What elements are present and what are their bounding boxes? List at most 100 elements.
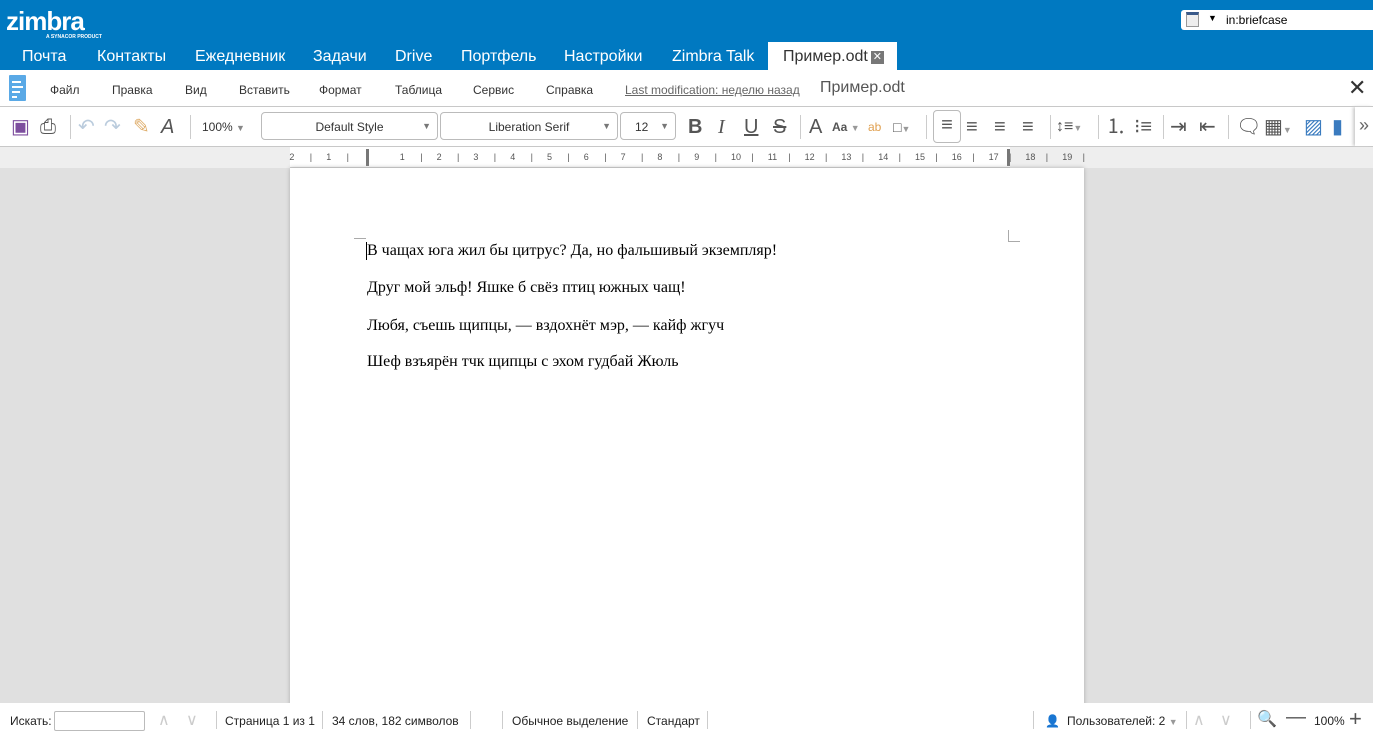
menu-tools[interactable]: Сервис [473, 83, 514, 97]
ruler-label: 5 [547, 152, 553, 162]
tab-preferences[interactable]: Настройки [564, 42, 642, 70]
zoom-in-icon[interactable]: + [1349, 706, 1362, 732]
close-document-button[interactable]: ✕ [1348, 75, 1366, 101]
ruler-label: 19 [1062, 152, 1073, 162]
tab-zimbra-talk[interactable]: Zimbra Talk [672, 42, 754, 70]
search-field[interactable]: ▼ in:briefcase [1181, 10, 1373, 30]
ruler-tick: | [825, 152, 828, 162]
paragraph[interactable]: В чащах юга жил бы цитрус? Да, но фальши… [367, 242, 777, 260]
image-icon[interactable]: ▨ [1304, 115, 1323, 139]
bullet-list-icon[interactable]: ⁝≡ [1134, 115, 1152, 139]
numbered-list-icon[interactable]: ⒈ [1106, 115, 1126, 139]
more-tools-icon[interactable]: » [1355, 107, 1373, 146]
insert-mode[interactable]: Стандарт [647, 714, 700, 728]
redo-icon[interactable]: ↷ [104, 115, 121, 139]
font-color-icon[interactable]: A [809, 115, 822, 139]
users-dropdown[interactable]: Пользователей: 2 ▼ [1067, 714, 1178, 728]
paragraph[interactable]: Шеф взъярён тчк щипцы с эхом гудбай Жюль [367, 353, 679, 371]
menu-help[interactable]: Справка [546, 83, 593, 97]
tab-briefcase[interactable]: Портфель [461, 42, 536, 70]
clone-formatting-icon[interactable]: ✎ [133, 115, 150, 139]
justify-icon[interactable]: ≡ [1022, 115, 1034, 139]
separator [800, 115, 801, 139]
italic-icon[interactable]: I [718, 115, 725, 139]
ruler-label: 7 [620, 152, 626, 162]
clear-formatting-icon[interactable]: A [161, 115, 174, 139]
indent-icon[interactable]: ⇥ [1170, 115, 1187, 139]
margin-marker[interactable] [1007, 149, 1010, 166]
ruler-tick: | [309, 152, 313, 162]
previous-change-icon[interactable]: ∧ [1193, 710, 1205, 730]
last-modification-link[interactable]: Last modification: неделю назад [625, 83, 800, 97]
font-case-icon[interactable]: Aa ▼ [832, 115, 860, 140]
separator [1228, 115, 1229, 139]
find-next-icon[interactable]: ∨ [186, 710, 198, 730]
font-size-select[interactable]: 12 ▼ [620, 112, 676, 140]
ruler-label: 12 [804, 152, 815, 162]
chevron-down-icon[interactable]: ▼ [1208, 13, 1217, 23]
ruler-label: 4 [510, 152, 516, 162]
highlight-icon[interactable]: ab [868, 115, 881, 139]
ruler-label: 18 [1025, 152, 1036, 162]
line-spacing-icon[interactable]: ↕≡▼ [1056, 115, 1082, 140]
margin-marker[interactable] [366, 149, 369, 166]
find-previous-icon[interactable]: ∧ [158, 710, 170, 730]
font-select[interactable]: Liberation Serif ▼ [440, 112, 618, 140]
tab-mail[interactable]: Почта [22, 42, 66, 70]
ruler[interactable]: 2 | 1 | 1 | 2 | 3 | 4 | 5 | 6 | 7 | 8 | 9 | 10 | 11 | 12 | 13 | 14 | 15 |… [0, 147, 1373, 168]
tab-document[interactable]: Пример.odt ✕ [768, 42, 897, 70]
print-icon[interactable]: ⎙ [40, 115, 56, 139]
ruler-tick: | [420, 152, 423, 162]
outdent-icon[interactable]: ⇤ [1199, 115, 1216, 139]
align-right-icon[interactable]: ≡ [994, 115, 1006, 139]
selection-mode[interactable]: Обычное выделение [512, 714, 628, 728]
border-icon[interactable]: □▼ [893, 115, 910, 141]
table-icon[interactable]: ▦▼ [1264, 115, 1292, 142]
ruler-tick: | [1082, 152, 1085, 162]
close-tab-icon[interactable]: ✕ [870, 51, 884, 64]
menu-edit[interactable]: Правка [112, 83, 153, 97]
search-input[interactable]: in:briefcase [1226, 13, 1287, 27]
paragraph[interactable]: Друг мой эльф! Яшке б свёз птиц южных ча… [367, 279, 686, 297]
ruler-label: 16 [951, 152, 962, 162]
next-change-icon[interactable]: ∨ [1220, 710, 1232, 730]
document-page[interactable]: В чащах юга жил бы цитрус? Да, но фальши… [290, 168, 1084, 708]
menu-table[interactable]: Таблица [395, 83, 442, 97]
ruler-tick: | [898, 152, 901, 162]
style-select[interactable]: Default Style ▼ [261, 112, 438, 140]
zoom-select[interactable]: 100% ▼ [202, 120, 245, 134]
ruler-label: 1 [399, 152, 405, 162]
page-count: Страница 1 из 1 [225, 714, 315, 728]
bold-icon[interactable]: B [688, 115, 702, 139]
ruler-label: 13 [841, 152, 852, 162]
tab-calendar[interactable]: Ежедневник [195, 42, 285, 70]
save-icon[interactable]: ▣ [11, 115, 30, 139]
ruler-label: 6 [583, 152, 589, 162]
menu-insert[interactable]: Вставить [239, 83, 290, 97]
tab-tasks[interactable]: Задачи [313, 42, 367, 70]
ruler-label: 3 [473, 152, 479, 162]
zoom-out-icon[interactable]: — [1286, 706, 1306, 729]
find-label: Искать: [10, 714, 52, 728]
align-center-icon[interactable]: ≡ [966, 115, 978, 139]
ruler-label: 17 [988, 152, 999, 162]
tab-drive[interactable]: Drive [395, 42, 432, 70]
paragraph[interactable]: Любя, съешь щипцы, — вздохнёт мэр, — кай… [367, 317, 724, 335]
find-input[interactable] [54, 711, 145, 731]
undo-icon[interactable]: ↶ [78, 115, 95, 139]
menu-file[interactable]: Файл [50, 83, 80, 97]
ruler-tick: | [493, 152, 497, 162]
zimbra-logo[interactable]: zimbra A SYNACOR PRODUCT [6, 6, 102, 40]
strikethrough-icon[interactable]: S [773, 115, 786, 139]
tab-contacts[interactable]: Контакты [97, 42, 166, 70]
underline-icon[interactable]: U [744, 115, 758, 139]
menu-format[interactable]: Формат [319, 83, 362, 97]
document-icon [9, 75, 26, 101]
comment-icon[interactable]: 🗨 [1236, 115, 1261, 139]
align-left-icon[interactable]: ≡ [933, 110, 961, 143]
briefcase-search-icon[interactable] [1186, 12, 1199, 27]
zoom-fit-icon[interactable]: 🔍 [1257, 709, 1277, 729]
chart-icon[interactable]: ▮ [1332, 115, 1343, 139]
separator [70, 115, 71, 139]
menu-view[interactable]: Вид [185, 83, 207, 97]
